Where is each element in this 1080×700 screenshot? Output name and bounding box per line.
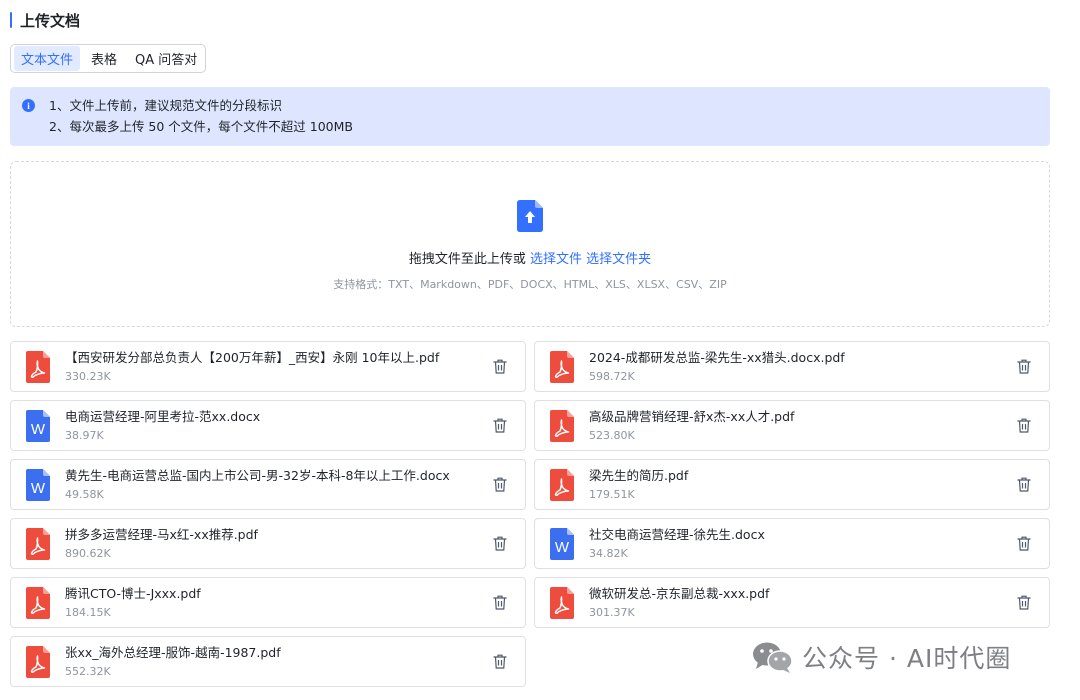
file-info: 2024-成都研发总监-梁先生-xx猎头.docx.pdf 598.72K [589, 349, 1007, 385]
trash-icon[interactable] [1017, 418, 1031, 433]
word-file-icon: W [550, 527, 574, 560]
pdf-file-icon [550, 586, 574, 619]
section-accent-bar [10, 12, 12, 28]
file-name: 微软研发总-京东副总裁-xxx.pdf [589, 585, 770, 601]
file-card: 拼多多运营经理-马x红-xx推荐.pdf 890.62K [10, 518, 526, 569]
file-size: 301.37K [589, 605, 635, 619]
file-card: 梁先生的简历.pdf 179.51K [534, 459, 1050, 510]
pdf-file-icon [26, 527, 50, 560]
file-card: W 黄先生-电商运营总监-国内上市公司-男-32岁-本科-8年以上工作.docx… [10, 459, 526, 510]
file-info: 拼多多运营经理-马x红-xx推荐.pdf 890.62K [65, 526, 483, 562]
file-size: 598.72K [589, 369, 635, 383]
section-header: 上传文档 [10, 10, 80, 30]
notice-line-2: 2、每次最多上传 50 个文件，每个文件不超过 100MB [49, 119, 353, 134]
upload-file-icon [517, 200, 543, 232]
svg-text:W: W [31, 480, 46, 497]
file-card: 张xx_海外总经理-服饰-越南-1987.pdf 552.32K [10, 636, 526, 687]
file-name: 张xx_海外总经理-服饰-越南-1987.pdf [65, 644, 281, 660]
file-card: 2024-成都研发总监-梁先生-xx猎头.docx.pdf 598.72K [534, 341, 1050, 392]
select-folder-link[interactable]: 选择文件夹 [586, 252, 651, 267]
file-info: 高级品牌营销经理-舒x杰-xx人才.pdf 523.80K [589, 408, 1007, 444]
file-card: 腾讯CTO-博士-Jxxx.pdf 184.15K [10, 577, 526, 628]
pdf-file-icon [26, 586, 50, 619]
trash-icon[interactable] [1017, 359, 1031, 374]
file-card: 高级品牌营销经理-舒x杰-xx人才.pdf 523.80K [534, 400, 1050, 451]
file-info: 电商运营经理-阿里考拉-范xx.docx 38.97K [65, 408, 483, 444]
tab-qa-pairs[interactable]: QA 问答对 [128, 46, 204, 71]
pdf-file-icon [26, 645, 50, 678]
watermark: 公众号 · AI时代圈 [752, 638, 1011, 676]
watermark-text: 公众号 · AI时代圈 [802, 644, 1012, 673]
pdf-file-icon [550, 409, 574, 442]
file-info: 【西安研发分部总负责人【200万年薪】_西安】永刚 10年以上.pdf 330.… [65, 349, 483, 385]
file-card: W 社交电商运营经理-徐先生.docx 34.82K [534, 518, 1050, 569]
file-name: 拼多多运营经理-马x红-xx推荐.pdf [65, 526, 258, 542]
file-info: 黄先生-电商运营总监-国内上市公司-男-32岁-本科-8年以上工作.docx 4… [65, 467, 483, 503]
file-info: 腾讯CTO-博士-Jxxx.pdf 184.15K [65, 585, 483, 621]
file-name: 高级品牌营销经理-舒x杰-xx人才.pdf [589, 408, 795, 424]
file-card: 微软研发总-京东副总裁-xxx.pdf 301.37K [534, 577, 1050, 628]
dropzone-prompt-line: 拖拽文件至此上传或 选择文件 选择文件夹 [409, 248, 651, 267]
upload-dropzone[interactable]: 拖拽文件至此上传或 选择文件 选择文件夹 支持格式：TXT、Markdown、P… [10, 161, 1050, 327]
trash-icon[interactable] [1017, 595, 1031, 610]
trash-icon[interactable] [493, 477, 507, 492]
tab-text-file[interactable]: 文本文件 [14, 46, 81, 71]
file-size: 184.15K [65, 605, 111, 619]
trash-icon[interactable] [493, 654, 507, 669]
file-size: 38.97K [65, 428, 104, 442]
trash-icon[interactable] [493, 536, 507, 551]
file-name: 社交电商运营经理-徐先生.docx [589, 526, 765, 542]
trash-icon[interactable] [1017, 536, 1031, 551]
supported-formats: 支持格式：TXT、Markdown、PDF、DOCX、HTML、XLS、XLSX… [333, 278, 727, 291]
file-name: 梁先生的简历.pdf [589, 467, 689, 483]
file-name: 【西安研发分部总负责人【200万年薪】_西安】永刚 10年以上.pdf [65, 349, 440, 365]
select-file-link[interactable]: 选择文件 [530, 252, 582, 267]
file-info: 梁先生的简历.pdf 179.51K [589, 467, 1007, 503]
wechat-icon [753, 642, 793, 673]
pdf-file-icon [550, 468, 574, 501]
trash-icon[interactable] [493, 595, 507, 610]
file-info: 社交电商运营经理-徐先生.docx 34.82K [589, 526, 1007, 562]
file-info: 张xx_海外总经理-服饰-越南-1987.pdf 552.32K [65, 644, 483, 680]
section-title: 上传文档 [20, 11, 81, 30]
dropzone-prompt: 拖拽文件至此上传或 [408, 252, 526, 267]
file-name: 黄先生-电商运营总监-国内上市公司-男-32岁-本科-8年以上工作.docx [65, 467, 450, 483]
notice-line-1: 1、文件上传前，建议规范文件的分段标识 [49, 98, 282, 113]
tab-table[interactable]: 表格 [84, 46, 124, 71]
trash-icon[interactable] [1017, 477, 1031, 492]
pdf-file-icon [26, 350, 50, 383]
file-name: 电商运营经理-阿里考拉-范xx.docx [65, 408, 261, 424]
file-card: W 电商运营经理-阿里考拉-范xx.docx 38.97K [10, 400, 526, 451]
file-size: 890.62K [65, 546, 111, 560]
file-size: 179.51K [589, 487, 635, 501]
file-size: 523.80K [589, 428, 635, 442]
info-icon: i [22, 99, 35, 112]
file-name: 2024-成都研发总监-梁先生-xx猎头.docx.pdf [589, 349, 845, 365]
file-size: 552.32K [65, 664, 111, 678]
file-info: 微软研发总-京东副总裁-xxx.pdf 301.37K [589, 585, 1007, 621]
file-size: 330.23K [65, 369, 111, 383]
file-type-tabs: 文本文件 表格 QA 问答对 [10, 44, 206, 73]
file-card: 【西安研发分部总负责人【200万年薪】_西安】永刚 10年以上.pdf 330.… [10, 341, 526, 392]
notice-lines: 1、文件上传前，建议规范文件的分段标识 2、每次最多上传 50 个文件，每个文件… [49, 95, 353, 138]
upload-notice: i 1、文件上传前，建议规范文件的分段标识 2、每次最多上传 50 个文件，每个… [10, 87, 1050, 146]
trash-icon[interactable] [493, 359, 507, 374]
file-size: 34.82K [589, 546, 628, 560]
uploaded-file-list: 【西安研发分部总负责人【200万年薪】_西安】永刚 10年以上.pdf 330.… [10, 341, 1050, 687]
svg-text:W: W [31, 421, 46, 438]
trash-icon[interactable] [493, 418, 507, 433]
file-size: 49.58K [65, 487, 104, 501]
pdf-file-icon [550, 350, 574, 383]
word-file-icon: W [26, 409, 50, 442]
file-name: 腾讯CTO-博士-Jxxx.pdf [65, 585, 201, 601]
word-file-icon: W [26, 468, 50, 501]
svg-text:W: W [555, 539, 570, 556]
